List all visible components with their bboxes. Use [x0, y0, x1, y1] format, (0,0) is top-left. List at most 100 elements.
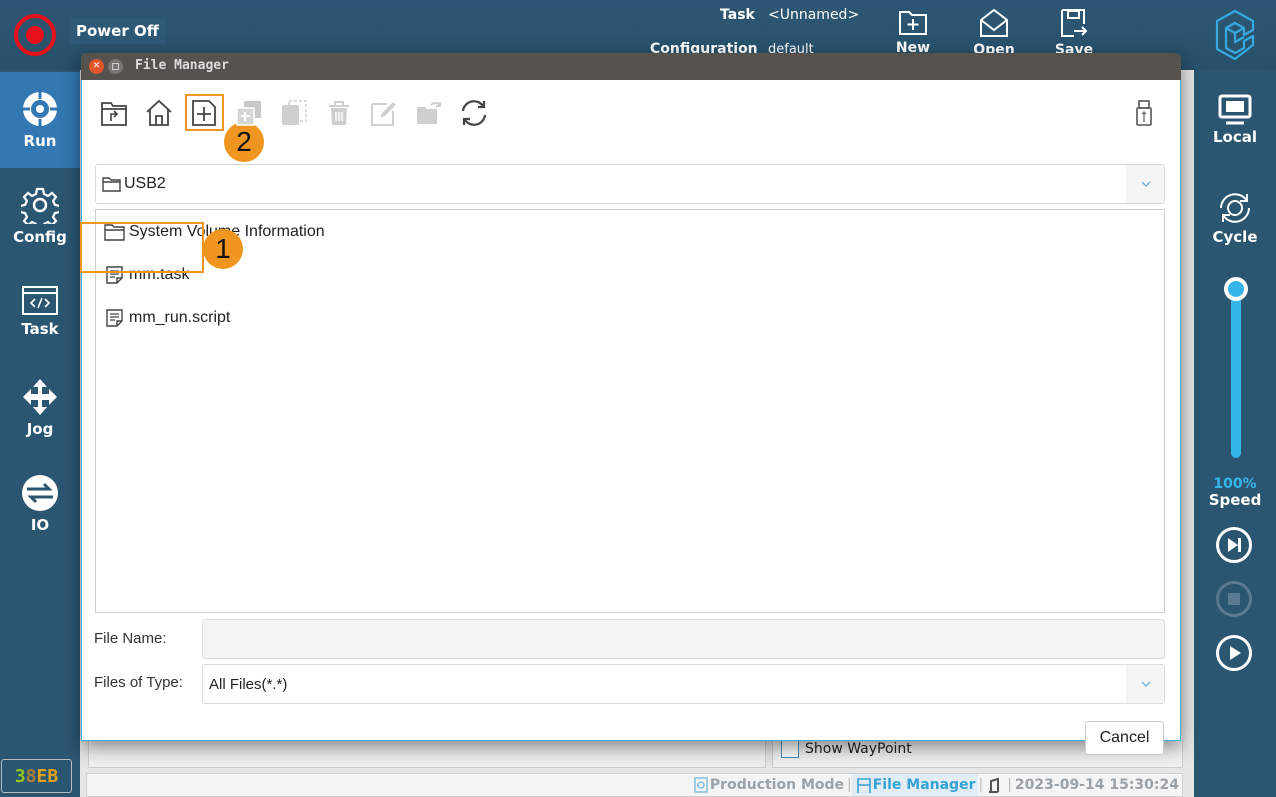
cycle-mode-button[interactable]: Cycle: [1194, 190, 1276, 246]
production-mode-status[interactable]: Production Mode: [689, 774, 847, 796]
folder-icon: [102, 177, 121, 192]
edit-icon: [371, 102, 396, 126]
show-waypoint-option[interactable]: Show WayPoint: [781, 740, 912, 758]
open-envelope-icon: [980, 8, 1008, 37]
paste-button[interactable]: [278, 97, 310, 129]
document-icon: [106, 309, 123, 327]
refresh-button[interactable]: [458, 97, 490, 129]
datetime-status: 2023-09-14 15:30:24: [1012, 774, 1182, 796]
step-forward-icon: [1228, 538, 1241, 552]
chevron-down-icon: [1141, 681, 1150, 687]
speed-value: 100%: [1213, 476, 1257, 492]
parent-folder-button[interactable]: [98, 97, 130, 129]
callout-1: 1: [203, 229, 243, 269]
production-mode-label: Production Mode: [709, 777, 845, 793]
show-waypoint-label: Show WayPoint: [805, 741, 912, 757]
file-manager-dialog: ✕ File Manager 2 USB2 System Information…: [80, 53, 1181, 755]
left-sidebar: Run Config Task Jog IO: [0, 70, 80, 797]
file-list-item[interactable]: mm_run.script: [104, 308, 230, 328]
sidebar-config-label: Config: [13, 228, 67, 246]
mm-task-highlight: [80, 222, 204, 273]
dialog-maximize-button[interactable]: [108, 59, 123, 74]
robot-status[interactable]: [983, 774, 1007, 796]
trash-icon: [329, 101, 349, 125]
power-button[interactable]: [14, 14, 56, 56]
sidebar-item-task[interactable]: Task: [0, 264, 80, 360]
device-id-badge: 38EB: [1, 759, 72, 793]
delete-button[interactable]: [323, 97, 355, 129]
file-manager-label: File Manager: [872, 777, 976, 793]
open-folder-button[interactable]: [413, 97, 445, 129]
refresh-icon: [461, 100, 487, 126]
gear-icon: [21, 187, 59, 224]
sidebar-io-label: IO: [30, 516, 50, 534]
home-button[interactable]: [143, 97, 175, 129]
sidebar-item-config[interactable]: Config: [0, 168, 80, 264]
dialog-titlebar[interactable]: ✕ File Manager: [81, 53, 1181, 80]
current-path-value: USB2: [124, 175, 166, 192]
local-label: Local: [1212, 128, 1258, 146]
stop-button[interactable]: [1216, 581, 1252, 617]
save-task-button[interactable]: Save: [1046, 8, 1102, 58]
play-button[interactable]: [1216, 635, 1252, 671]
paste-icon: [282, 100, 307, 125]
power-indicator-icon: [26, 26, 44, 44]
speed-slider-track[interactable]: [1231, 288, 1241, 458]
power-status-label: Power Off: [70, 18, 165, 44]
sidebar-jog-label: Jog: [26, 420, 54, 438]
task-label: Task: [720, 7, 755, 23]
run-icon: [21, 90, 59, 128]
cycle-label: Cycle: [1212, 228, 1258, 246]
file-name-input[interactable]: [202, 619, 1165, 659]
dialog-title: File Manager: [135, 58, 229, 73]
task-value: <Unnamed>: [768, 7, 860, 23]
device-id-char: E: [36, 765, 48, 787]
sidebar-run-label: Run: [23, 132, 57, 150]
file-name: mm_run.script: [129, 309, 231, 326]
move-arrows-icon: [23, 379, 57, 415]
status-bar: Production Mode | File Manager | | 2023-…: [86, 773, 1183, 797]
show-waypoint-checkbox[interactable]: [781, 740, 799, 758]
cancel-button[interactable]: Cancel: [1085, 721, 1164, 755]
path-dropdown-arrow[interactable]: [1126, 165, 1164, 203]
step-button[interactable]: [1216, 527, 1252, 563]
usb-drive-icon: [1136, 100, 1152, 126]
stop-icon: [1228, 593, 1240, 605]
file-manager-icon: [856, 778, 871, 793]
dialog-body: 2 USB2 System Information mm.task mm_run…: [80, 80, 1181, 755]
datetime-label: 2023-09-14 15:30:24: [1014, 777, 1179, 793]
device-id-char: B: [47, 765, 59, 787]
sidebar-item-jog[interactable]: Jog: [0, 360, 80, 456]
sidebar-item-run[interactable]: Run: [0, 72, 80, 168]
files-of-type-label: Files of Type:: [94, 674, 183, 691]
dialog-close-button[interactable]: ✕: [89, 59, 104, 74]
device-id-char: 3: [14, 765, 26, 787]
usb-device-button[interactable]: [1128, 97, 1160, 129]
monitor-icon: [1218, 94, 1252, 125]
open-task-button[interactable]: Open: [966, 8, 1022, 58]
home-icon: [146, 99, 172, 126]
new-task-button[interactable]: New: [885, 8, 941, 56]
brand-logo-icon: [1215, 9, 1255, 61]
folder-plus-icon: [899, 11, 927, 35]
current-path-combobox[interactable]: USB2: [95, 164, 1165, 204]
rename-button[interactable]: [368, 97, 400, 129]
file-manager-status[interactable]: File Manager: [851, 774, 979, 796]
speed-slider-thumb[interactable]: [1224, 277, 1248, 301]
sidebar-item-io[interactable]: IO: [0, 456, 80, 552]
play-icon: [1230, 646, 1241, 660]
speed-label: Speed: [1208, 491, 1262, 509]
files-of-type-combobox[interactable]: All Files(*.*): [202, 664, 1165, 704]
local-mode-button[interactable]: Local: [1194, 94, 1276, 146]
files-of-type-value: All Files(*.*): [209, 675, 288, 693]
new-file-highlight: [185, 94, 224, 131]
device-id-char: 8: [25, 765, 37, 787]
io-swap-icon: [22, 475, 58, 511]
parent-folder-icon: [101, 102, 127, 126]
file-name-label: File Name:: [94, 630, 167, 647]
type-dropdown-arrow[interactable]: [1126, 665, 1164, 703]
copy-button[interactable]: [233, 97, 265, 129]
robot-arm-icon: [989, 777, 1000, 793]
file-list[interactable]: System Volume Information mm.task mm_run…: [95, 209, 1165, 613]
right-sidebar: Local Cycle 100% Speed: [1194, 70, 1276, 797]
